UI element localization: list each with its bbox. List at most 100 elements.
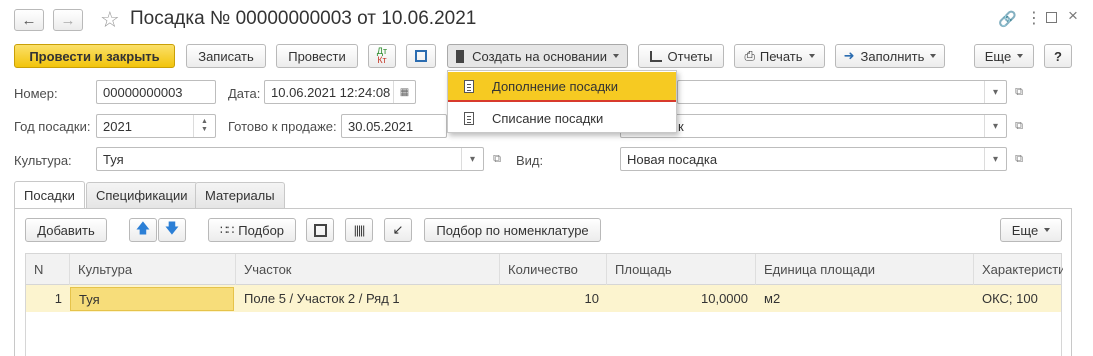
favorite-star-icon[interactable]: ☆ xyxy=(100,7,120,33)
tab-specifications[interactable]: Спецификации xyxy=(86,182,198,208)
menu-item-add-planting[interactable]: Дополнение посадки xyxy=(448,72,676,102)
back-button[interactable]: ← xyxy=(14,9,44,31)
reports-button[interactable]: Отчеты xyxy=(638,44,724,68)
save-button[interactable]: Записать xyxy=(186,44,266,68)
menu-dots-icon[interactable]: ⋮ xyxy=(1026,8,1042,28)
fill-arrow-icon: ➜ xyxy=(843,48,855,63)
chevron-down-icon[interactable]: ▾ xyxy=(984,148,1006,170)
column-header[interactable]: Площадь xyxy=(607,254,756,285)
forward-button[interactable]: → xyxy=(53,9,83,31)
date-field[interactable]: 10.06.2021 12:24:08 ▦ xyxy=(264,80,416,104)
close-icon[interactable]: × xyxy=(1068,6,1078,26)
kind-label: Вид: xyxy=(516,153,544,168)
barcode-button[interactable]: ||||| xyxy=(345,218,373,242)
table-header: N Культура Участок Количество Площадь Ед… xyxy=(25,253,1063,285)
chevron-down-icon[interactable]: ▾ xyxy=(984,115,1006,137)
column-header[interactable]: Единица площади xyxy=(756,254,974,285)
column-header[interactable]: Участок xyxy=(236,254,500,285)
chevron-down-icon xyxy=(1017,54,1024,58)
calculator-button[interactable] xyxy=(306,218,334,242)
year-field[interactable]: 2021 ▲ ▼ xyxy=(96,114,216,138)
calendar-icon[interactable]: ▦ xyxy=(393,81,415,103)
chevron-down-icon xyxy=(930,54,937,58)
structure-button[interactable] xyxy=(406,44,436,68)
culture-value: Туя xyxy=(103,151,124,167)
create-based-label: Создать на основании xyxy=(472,48,607,64)
open-icon[interactable]: ⧉ xyxy=(1009,114,1029,138)
create-based-button[interactable]: Создать на основании xyxy=(447,44,628,68)
create-based-dropdown: Дополнение посадки Списание посадки xyxy=(447,70,677,133)
dt-kt-icon-bottom: Кт xyxy=(377,55,387,65)
post-button[interactable]: Провести xyxy=(276,44,358,68)
culture-label: Культура: xyxy=(14,153,72,168)
kind-value: Новая посадка xyxy=(627,151,718,167)
document-icon xyxy=(464,79,474,93)
dt-kt-button[interactable]: Дт Кт xyxy=(368,44,396,68)
document-icon xyxy=(464,111,474,125)
ready-label: Готово к продаже: xyxy=(228,119,337,134)
open-icon[interactable]: ⧉ xyxy=(1009,147,1029,171)
more-button[interactable]: Еще xyxy=(974,44,1034,68)
spinner-icon[interactable]: ▲ ▼ xyxy=(193,115,215,137)
link-icon[interactable]: 🔗 xyxy=(998,10,1017,28)
column-header[interactable]: N xyxy=(26,254,70,285)
number-field[interactable]: 00000000003 xyxy=(96,80,216,104)
resize-button[interactable]: ↙ xyxy=(384,218,412,242)
column-header[interactable]: Количество xyxy=(500,254,607,285)
kind-field[interactable]: Новая посадка ▾ xyxy=(620,147,1007,171)
maximize-icon[interactable] xyxy=(1046,12,1057,23)
chevron-down-icon[interactable]: ▾ xyxy=(984,81,1006,103)
pick-nomenclature-button[interactable]: Подбор по номенклатуре xyxy=(424,218,601,242)
menu-item-write-off-planting[interactable]: Списание посадки xyxy=(448,103,676,133)
field-2-value: к xyxy=(678,118,684,134)
move-down-button[interactable]: 🡇 xyxy=(158,218,186,242)
table-row[interactable]: 1 Туя Поле 5 / Участок 2 / Ряд 1 10 10,0… xyxy=(25,285,1062,312)
arrow-down-icon: 🡇 xyxy=(164,220,180,236)
print-button[interactable]: ⎙ Печать xyxy=(734,44,825,68)
arrow-up-icon: 🡅 xyxy=(135,220,151,236)
bar-chart-icon xyxy=(649,50,662,62)
post-and-close-button[interactable]: Провести и закрыть xyxy=(14,44,175,68)
table-cell: ОКС; 100 xyxy=(982,291,1038,306)
create-docs-icon xyxy=(456,49,465,63)
structure-icon xyxy=(415,50,427,62)
pick-button[interactable]: ∷∷ Подбор xyxy=(208,218,296,242)
culture-field[interactable]: Туя ▾ xyxy=(96,147,484,171)
column-header[interactable]: Культура xyxy=(70,254,236,285)
help-button[interactable]: ? xyxy=(1044,44,1072,68)
column-header[interactable]: Характеристи xyxy=(974,254,1063,285)
printer-icon: ⎙ xyxy=(744,48,755,63)
tab-materials[interactable]: Материалы xyxy=(195,182,285,208)
menu-item-label: Дополнение посадки xyxy=(492,78,618,94)
fill-button[interactable]: ➜ Заполнить xyxy=(835,44,945,68)
year-value: 2021 xyxy=(103,118,132,134)
table-cell[interactable]: Туя xyxy=(70,287,234,311)
calculator-icon xyxy=(313,223,327,237)
move-up-button[interactable]: 🡅 xyxy=(129,218,157,242)
table-body-border xyxy=(25,312,1062,356)
pick-label: Подбор xyxy=(238,222,285,238)
field-2[interactable]: к ▾ xyxy=(620,114,1007,138)
chevron-down-icon xyxy=(808,54,815,58)
table-cell: 1 xyxy=(54,291,62,306)
ready-date-field[interactable]: 30.05.2021 xyxy=(341,114,447,138)
table-cell: 10 xyxy=(584,291,599,306)
arrow-right-icon: → xyxy=(60,11,76,29)
year-label: Год посадки: xyxy=(14,119,91,134)
reports-label: Отчеты xyxy=(667,48,713,64)
date-value: 10.06.2021 12:24:08 xyxy=(271,84,391,100)
print-label: Печать xyxy=(759,48,803,64)
table-cell: м2 xyxy=(764,291,781,306)
add-button[interactable]: Добавить xyxy=(25,218,107,242)
open-icon[interactable]: ⧉ xyxy=(1009,80,1029,104)
table-more-label: Еще xyxy=(1011,222,1039,238)
open-icon[interactable]: ⧉ xyxy=(487,147,507,171)
menu-item-label: Списание посадки xyxy=(492,110,604,126)
tab-plantings[interactable]: Посадки xyxy=(14,181,85,209)
chevron-down-icon[interactable]: ▾ xyxy=(461,148,483,170)
table-more-button[interactable]: Еще xyxy=(1000,218,1062,242)
window-title: Посадка № 00000000003 от 10.06.2021 xyxy=(130,8,477,29)
date-label: Дата: xyxy=(228,86,261,101)
fill-label: Заполнить xyxy=(860,48,925,64)
organization-field[interactable]: ▾ xyxy=(677,80,1007,104)
